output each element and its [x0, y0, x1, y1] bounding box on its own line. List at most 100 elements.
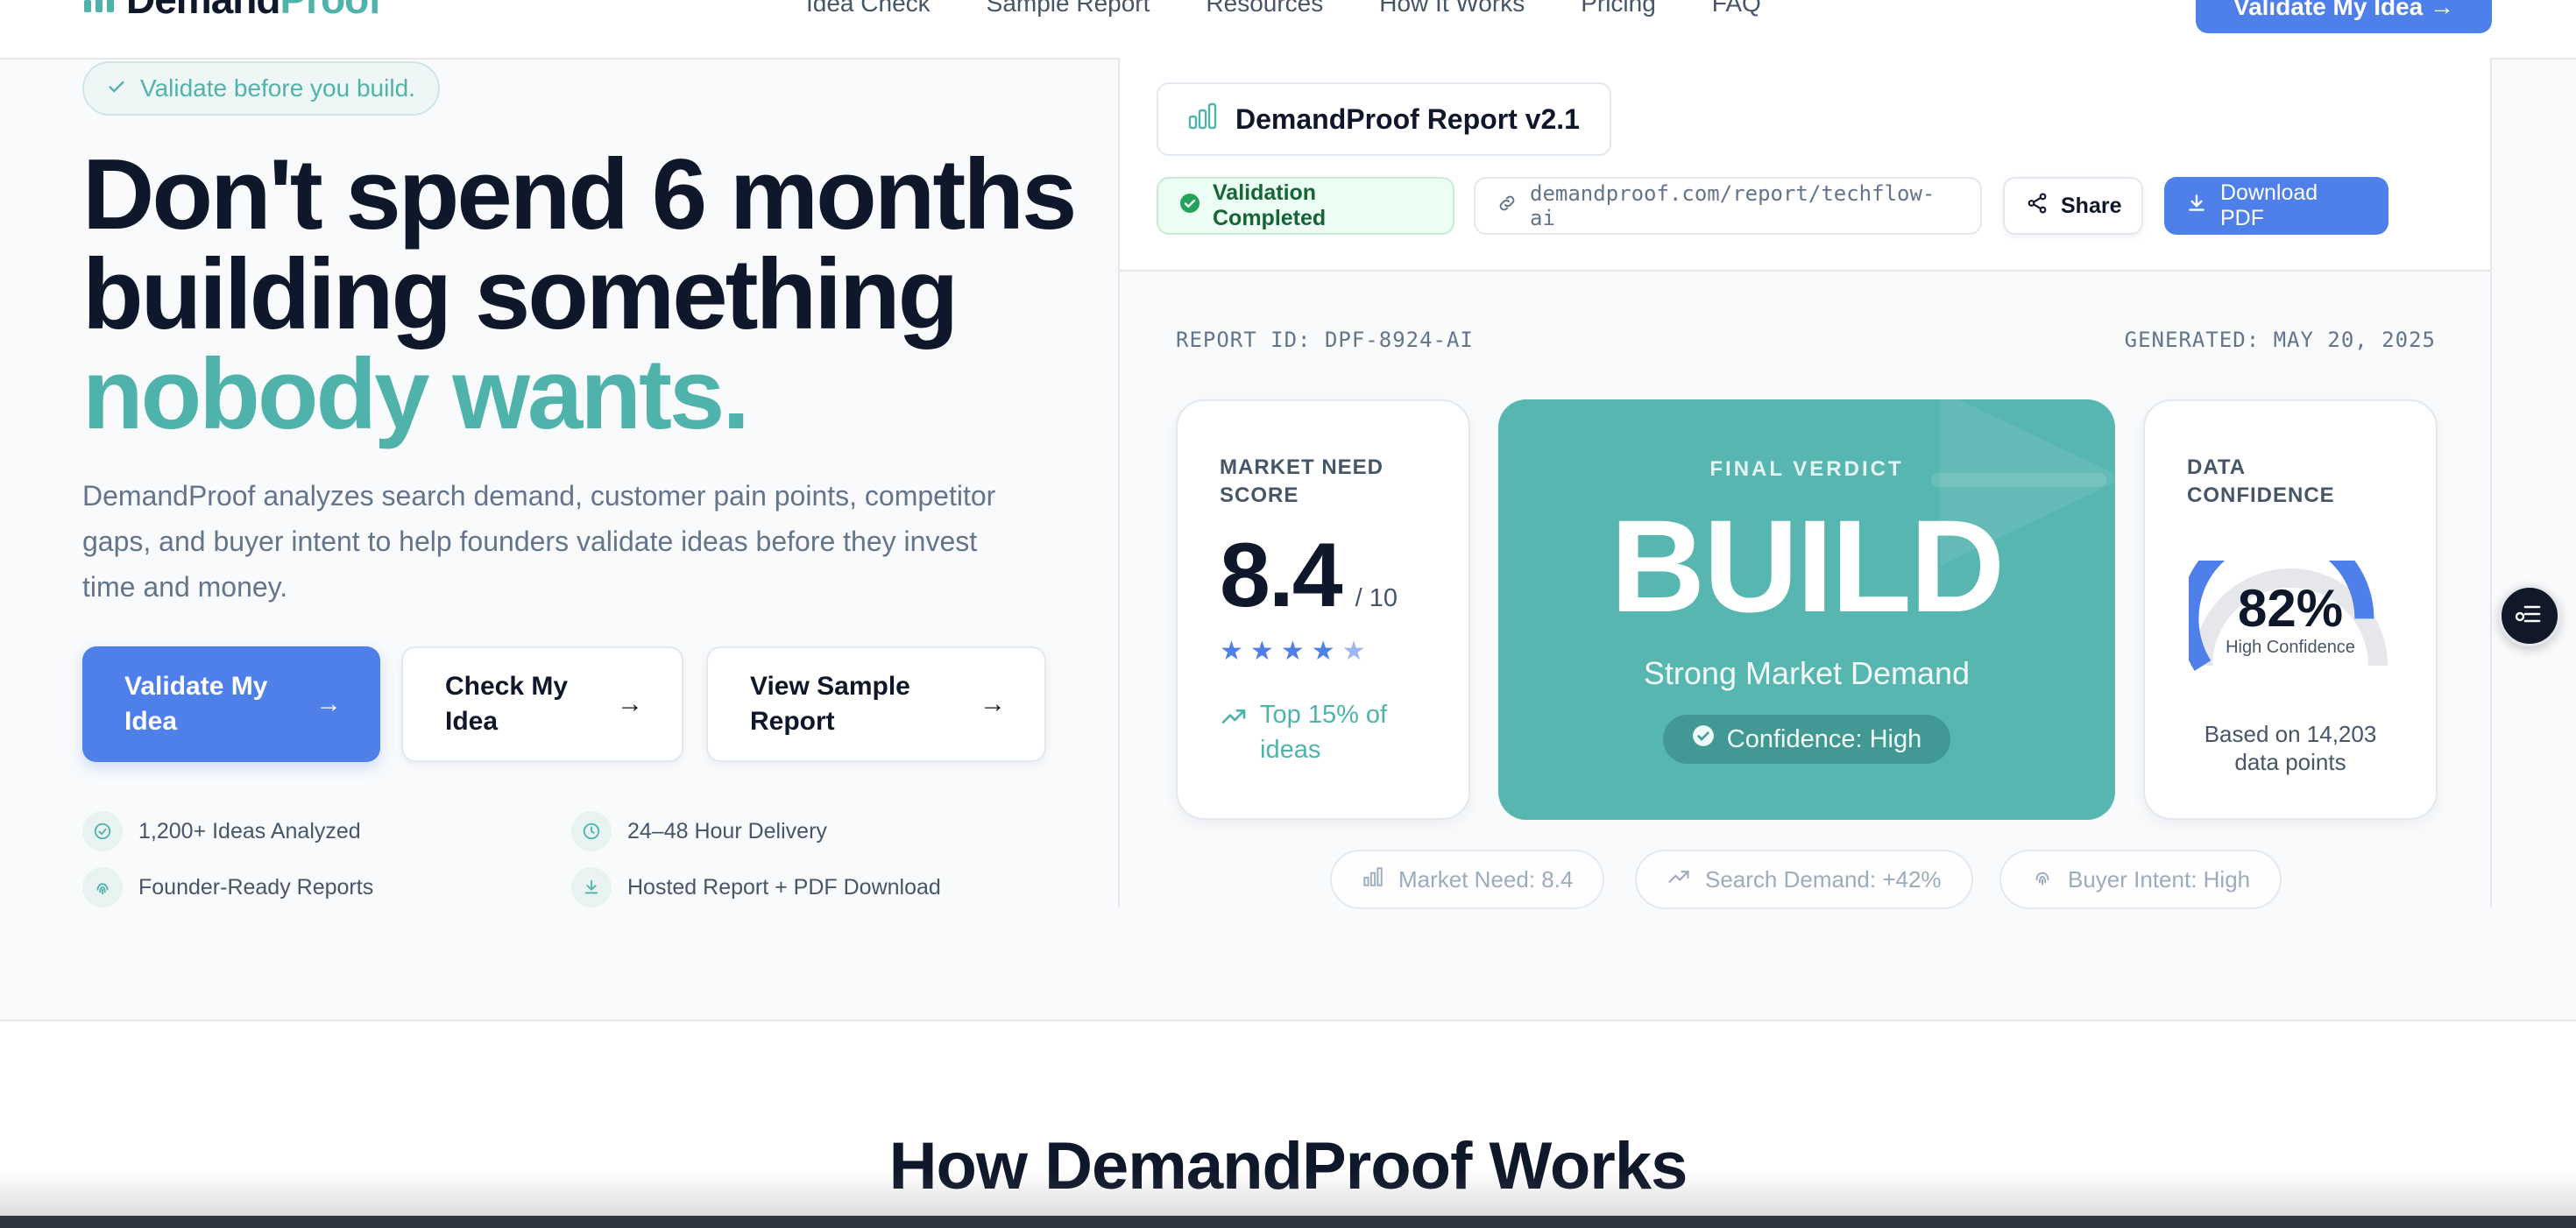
market-need-score: 8.4 / 10 [1220, 524, 1398, 628]
report-url-text: demandproof.com/report/techflow-ai [1530, 181, 1936, 230]
nav-link-idea-check[interactable]: Idea Check [806, 0, 931, 18]
feature-label: Hosted Report + PDF Download [627, 874, 941, 900]
report-header: DemandProof Report v2.1 Validation Compl… [1120, 58, 2490, 272]
bar-chart-icon [1188, 102, 1218, 137]
star-icon: ★ [1220, 637, 1243, 666]
download-icon [571, 867, 612, 907]
check-label: Check My Idea [445, 672, 569, 736]
check-icon [107, 74, 126, 102]
percentile-text: Top 15% of ideas [1260, 701, 1388, 764]
share-icon [2026, 192, 2049, 221]
mini-stat-search-demand: Search Demand: +42% [1635, 850, 1973, 909]
validation-status-badge: Validation Completed [1157, 177, 1454, 235]
clock-icon [571, 811, 612, 851]
verdict-value: BUILD [1610, 492, 2005, 639]
check-my-idea-button[interactable]: Check My Idea → [401, 646, 683, 762]
mini-stat-buyer-intent: Buyer Intent: High [1999, 850, 2282, 909]
nav-validate-label: Validate My Idea → [2233, 0, 2455, 20]
hero-headline: Don't spend 6 months building something … [82, 145, 1116, 445]
validate-my-idea-button[interactable]: Validate My Idea → [82, 646, 380, 762]
fingerprint-icon [2031, 865, 2054, 894]
verdict-subtitle: Strong Market Demand [1643, 655, 1971, 691]
nav-link-how-it-works[interactable]: How It Works [1379, 0, 1525, 18]
nav-link-resources[interactable]: Resources [1206, 0, 1323, 18]
feature-founder-ready: Founder-Ready Reports [82, 867, 373, 907]
confidence-sub: High Confidence [2226, 638, 2355, 657]
feature-delivery: 24–48 Hour Delivery [571, 811, 827, 851]
mini-stat-label: Buyer Intent: High [2068, 865, 2251, 893]
trending-up-icon [1220, 697, 1248, 767]
feature-label: Founder-Ready Reports [138, 874, 374, 900]
report-preview: DemandProof Report v2.1 Validation Compl… [1118, 58, 2492, 909]
percentile-trend: Top 15% of ideas [1220, 697, 1387, 767]
top-navigation: DemandProof Idea Check Sample Report Res… [0, 0, 2576, 60]
star-icon: ★ [1280, 637, 1305, 666]
list-icon [2515, 601, 2544, 632]
confidence-value: 82% [2237, 579, 2344, 638]
feature-pdf-download: Hosted Report + PDF Download [571, 867, 941, 907]
hero-subcopy: DemandProof analyzes search demand, cust… [82, 480, 996, 603]
validate-label: Validate My Idea [124, 672, 268, 736]
nav-link-sample-report[interactable]: Sample Report [987, 0, 1150, 18]
market-need-label: MARKET NEED SCORE [1220, 455, 1384, 507]
data-confidence-label: DATA CONFIDENCE [2187, 455, 2335, 507]
headline-line-1: Don't spend 6 months [82, 139, 1077, 251]
check-circle-icon [82, 811, 123, 851]
score-value: 8.4 [1220, 525, 1343, 626]
share-label: Share [2061, 193, 2122, 218]
data-confidence-card: DATA CONFIDENCE 82% High Confidence Base… [2143, 399, 2438, 820]
mini-stat-label: Market Need: 8.4 [1398, 865, 1574, 893]
report-url-field[interactable]: demandproof.com/report/techflow-ai [1474, 177, 1982, 235]
arrow-right-icon: → [617, 689, 643, 718]
brand-logo[interactable]: DemandProof [84, 0, 382, 25]
tagline-text: Validate before you build. [140, 74, 415, 102]
nav-link-faq[interactable]: FAQ [1712, 0, 1761, 18]
data-points-note: Based on 14,203 data points [2204, 721, 2377, 775]
arrow-right-icon: → [980, 689, 1006, 718]
star-icon: ★ [1249, 637, 1274, 666]
report-title: DemandProof Report v2.1 [1157, 82, 1611, 156]
download-pdf-label: Download PDF [2220, 180, 2318, 230]
bottom-taskbar [0, 1216, 2576, 1228]
final-verdict-card: FINAL VERDICT BUILD Strong Market Demand… [1498, 399, 2115, 820]
tagline-pill: Validate before you build. [82, 61, 440, 116]
report-id: REPORT ID: DPF-8924-AI [1176, 328, 1474, 352]
sample-label: View Sample Report [750, 672, 910, 736]
market-need-card: MARKET NEED SCORE 8.4 / 10 ★ ★ ★ ★ ★ Top… [1176, 399, 1470, 820]
link-icon [1497, 193, 1518, 219]
verdict-confidence-badge: Confidence: High [1663, 715, 1950, 764]
floating-menu-button[interactable] [2499, 585, 2560, 646]
star-icon: ★ [1311, 637, 1335, 666]
mini-stat-label: Search Demand: +42% [1705, 865, 1942, 893]
feature-label: 1,200+ Ideas Analyzed [138, 818, 361, 843]
fingerprint-icon [82, 867, 123, 907]
validation-status-text: Validation Completed [1213, 180, 1327, 230]
headline-line-2: building something [82, 239, 959, 350]
check-circle-icon [1692, 724, 1715, 754]
bar-chart-icon [1362, 865, 1384, 894]
share-button[interactable]: Share [2003, 177, 2143, 235]
download-pdf-button[interactable]: Download PDF [2164, 177, 2388, 235]
nav-links: Idea Check Sample Report Resources How I… [806, 0, 1761, 18]
feature-ideas-analyzed: 1,200+ Ideas Analyzed [82, 811, 361, 851]
download-icon [2185, 192, 2208, 221]
view-sample-report-button[interactable]: View Sample Report → [706, 646, 1046, 762]
brand-name: DemandProof [126, 0, 382, 23]
nav-link-pricing[interactable]: Pricing [1581, 0, 1656, 18]
feature-label: 24–48 Hour Delivery [627, 818, 827, 843]
bottom-shadow [0, 1170, 2576, 1216]
headline-accent: nobody wants. [82, 339, 750, 450]
check-circle-icon [1179, 193, 1200, 220]
mini-stat-market-need: Market Need: 8.4 [1330, 850, 1605, 909]
verdict-label: FINAL VERDICT [1709, 457, 1904, 481]
nav-validate-button[interactable]: Validate My Idea → [2196, 0, 2492, 33]
star-icon: ★ [1341, 637, 1366, 666]
verdict-confidence-text: Confidence: High [1726, 724, 1922, 753]
report-title-text: DemandProof Report v2.1 [1235, 102, 1580, 135]
star-rating: ★ ★ ★ ★ ★ [1220, 636, 1366, 667]
bar-chart-icon [84, 0, 114, 12]
score-max: / 10 [1355, 584, 1398, 612]
report-generated-date: GENERATED: MAY 20, 2025 [2124, 328, 2436, 352]
trending-up-icon [1667, 865, 1691, 895]
arrow-right-icon: → [315, 689, 342, 718]
